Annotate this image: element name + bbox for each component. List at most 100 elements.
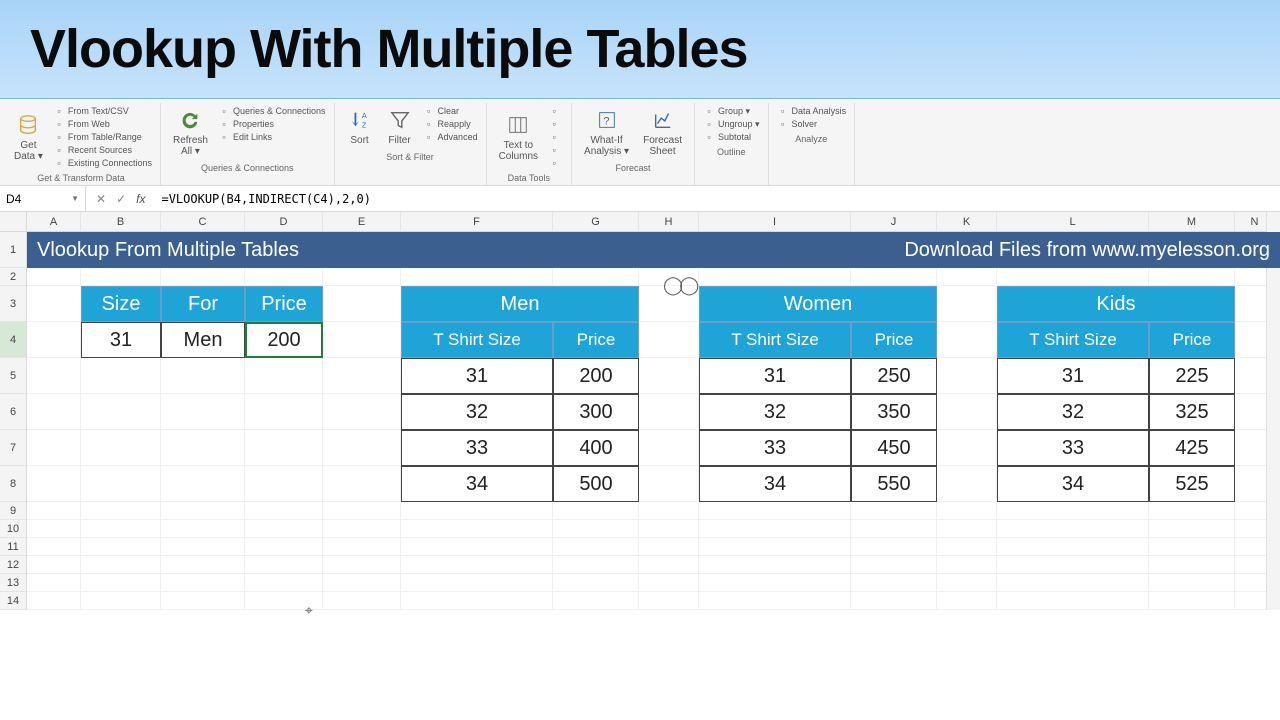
cell[interactable] (323, 574, 401, 592)
cell[interactable] (81, 574, 161, 592)
cell[interactable] (27, 286, 81, 322)
select-all-corner[interactable] (0, 212, 26, 232)
cell[interactable] (851, 268, 937, 286)
cell[interactable] (937, 502, 997, 520)
cell[interactable] (639, 538, 699, 556)
cell[interactable] (161, 520, 245, 538)
row-header[interactable]: 3 (0, 286, 26, 322)
cell[interactable] (27, 268, 81, 286)
cell[interactable] (699, 268, 851, 286)
ribbon-button[interactable]: Filter (383, 105, 417, 148)
cell[interactable] (937, 268, 997, 286)
cell[interactable] (851, 574, 937, 592)
cell[interactable] (27, 394, 81, 430)
cell[interactable] (553, 502, 639, 520)
lookup-header[interactable]: Price (245, 286, 323, 322)
cell[interactable] (997, 502, 1149, 520)
table-cell[interactable]: 33 (699, 430, 851, 466)
cell[interactable] (323, 394, 401, 430)
cell[interactable] (997, 520, 1149, 538)
lookup-value[interactable]: Men (161, 322, 245, 358)
cell[interactable] (639, 358, 699, 394)
cell[interactable] (401, 268, 553, 286)
cell[interactable] (27, 430, 81, 466)
cell[interactable] (161, 502, 245, 520)
cell[interactable] (699, 520, 851, 538)
ribbon-small-button[interactable]: ▫ (548, 157, 563, 169)
column-header[interactable]: K (937, 212, 997, 231)
cell[interactable] (997, 268, 1149, 286)
cell[interactable] (323, 592, 401, 610)
cell[interactable] (937, 592, 997, 610)
table-cell[interactable]: 33 (997, 430, 1149, 466)
table-cell[interactable]: 34 (997, 466, 1149, 502)
cell[interactable] (699, 556, 851, 574)
cell[interactable] (1149, 574, 1235, 592)
cell[interactable] (245, 556, 323, 574)
name-box-dropdown-icon[interactable]: ▼ (71, 194, 79, 203)
table-cell[interactable]: 34 (699, 466, 851, 502)
column-header[interactable]: C (161, 212, 245, 231)
ribbon-button[interactable]: Text to Columns (495, 105, 542, 169)
cell[interactable] (323, 322, 401, 358)
table-header[interactable]: Price (851, 322, 937, 358)
ribbon-small-button[interactable]: ▫ (548, 105, 563, 117)
cell[interactable] (323, 520, 401, 538)
cell[interactable] (81, 520, 161, 538)
cell[interactable] (699, 538, 851, 556)
column-header[interactable]: H (639, 212, 699, 231)
cell[interactable] (851, 592, 937, 610)
table-cell[interactable]: 200 (553, 358, 639, 394)
cell[interactable] (323, 268, 401, 286)
table-cell[interactable]: 550 (851, 466, 937, 502)
cell[interactable] (81, 502, 161, 520)
cell[interactable] (937, 430, 997, 466)
row-header[interactable]: 6 (0, 394, 26, 430)
cell[interactable] (1149, 592, 1235, 610)
table-cell[interactable]: 31 (997, 358, 1149, 394)
table-title[interactable]: Kids (997, 286, 1235, 322)
cell[interactable] (323, 466, 401, 502)
cell[interactable] (401, 538, 553, 556)
cell[interactable] (937, 556, 997, 574)
cell[interactable] (245, 358, 323, 394)
row-header[interactable]: 10 (0, 520, 26, 538)
cell[interactable] (937, 394, 997, 430)
table-cell[interactable]: 33 (401, 430, 553, 466)
column-header[interactable]: L (997, 212, 1149, 231)
row-header[interactable]: 5 (0, 358, 26, 394)
cell[interactable] (699, 592, 851, 610)
cell[interactable] (1149, 502, 1235, 520)
cell[interactable] (81, 430, 161, 466)
column-header[interactable]: A (27, 212, 81, 231)
cell[interactable] (1149, 556, 1235, 574)
cell[interactable] (245, 268, 323, 286)
cell[interactable] (851, 556, 937, 574)
table-cell[interactable]: 32 (699, 394, 851, 430)
ribbon-button[interactable]: ?What-If Analysis ▾ (580, 105, 633, 159)
cell[interactable] (27, 358, 81, 394)
ribbon-small-button[interactable]: ▫Properties (218, 118, 326, 130)
row-header[interactable]: 1 (0, 232, 26, 268)
table-header[interactable]: T Shirt Size (699, 322, 851, 358)
cell[interactable] (553, 592, 639, 610)
ribbon-small-button[interactable]: ▫Recent Sources (53, 144, 152, 156)
row-header[interactable]: 2 (0, 268, 26, 286)
column-header[interactable]: G (553, 212, 639, 231)
ribbon-small-button[interactable]: ▫From Web (53, 118, 152, 130)
column-header[interactable]: I (699, 212, 851, 231)
cell[interactable] (245, 502, 323, 520)
cell[interactable] (161, 538, 245, 556)
ribbon-small-button[interactable]: ▫ (548, 144, 563, 156)
cell[interactable] (851, 520, 937, 538)
row-header[interactable]: 14 (0, 592, 26, 610)
cell[interactable] (851, 538, 937, 556)
row-header[interactable]: 9 (0, 502, 26, 520)
ribbon-small-button[interactable]: ▫Ungroup ▾ (703, 118, 760, 130)
cell[interactable] (639, 574, 699, 592)
cell[interactable] (639, 394, 699, 430)
column-header[interactable]: F (401, 212, 553, 231)
cell[interactable] (401, 574, 553, 592)
cell[interactable] (937, 520, 997, 538)
cell[interactable] (401, 520, 553, 538)
